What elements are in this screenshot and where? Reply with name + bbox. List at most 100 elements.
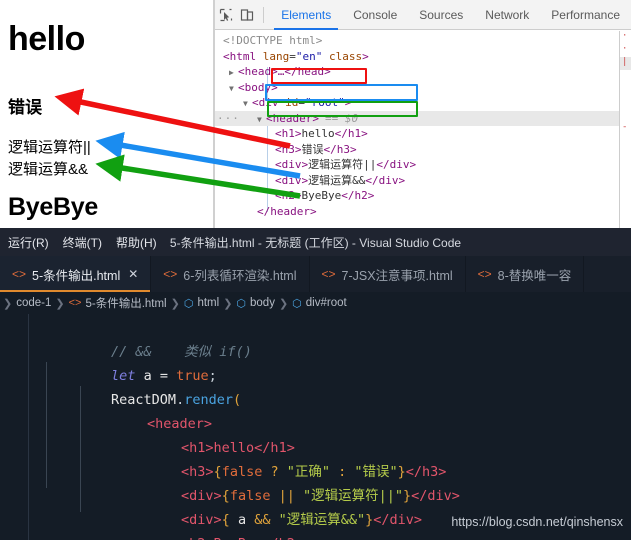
jsx-div-open: <div>	[181, 488, 222, 504]
styles-line: -	[622, 122, 628, 132]
html-file-icon: <>	[12, 267, 27, 281]
jsx-div-close: </div>	[373, 512, 423, 528]
editor-tab-6-list-render[interactable]: <> 6-列表循环渲染.html	[151, 256, 310, 292]
breadcrumb-separator: ❯	[3, 297, 13, 310]
gutter-border	[28, 314, 29, 540]
dom-node-html[interactable]: <html lang="en" class>	[215, 49, 631, 65]
editor-tab-7-jsx-notes[interactable]: <> 7-JSX注意事项.html	[310, 256, 466, 292]
jsx-h2-line: <h2>ByeBye</h2>	[181, 536, 303, 540]
string-and: "逻辑运算&&"	[278, 512, 366, 528]
dom-node-h3[interactable]: <h3>错误</h3>	[215, 142, 631, 158]
tab-sources[interactable]: Sources	[408, 0, 474, 30]
styles-line: ·	[622, 31, 628, 41]
tab-network[interactable]: Network	[474, 0, 540, 30]
styles-line	[620, 96, 631, 109]
breadcrumb-item-file[interactable]: <> 5-条件输出.html	[69, 295, 167, 311]
dom-node-head[interactable]: ▶ <head>…</head>	[215, 64, 631, 80]
string-correct: "正确"	[286, 464, 330, 480]
h1-tag-name: h1	[281, 127, 295, 140]
tab-performance[interactable]: Performance	[540, 0, 631, 30]
head-node-text: <head>…</head>	[238, 65, 331, 78]
breadcrumb-item-code-1[interactable]: code-1	[16, 297, 51, 309]
breadcrumb-separator: ❯	[223, 297, 233, 310]
close-icon[interactable]: ✕	[128, 267, 138, 281]
menu-item-help[interactable]: 帮助(H)	[116, 234, 157, 251]
div-or-tag-name: div	[281, 158, 302, 171]
divroot-id-value: "root"	[305, 96, 345, 109]
rendered-or-text: 逻辑运算符||	[8, 139, 91, 156]
devtools-toolbar: Elements Console Sources Network Perform…	[215, 0, 631, 30]
doctype-text: <!DOCTYPE html>	[223, 34, 323, 47]
editor-tab-label: 8-替换唯一容	[497, 268, 572, 283]
operator-assign: =	[159, 368, 168, 384]
comment-text: // && 类似 if()	[111, 344, 252, 360]
h1-close-tag: h1	[347, 127, 362, 140]
jsx-h3-close: </h3>	[405, 464, 447, 480]
chevron-down-icon[interactable]: ▼	[229, 81, 238, 97]
html-file-icon: <>	[163, 267, 178, 281]
expr-open-brace: {	[221, 512, 238, 528]
h3-tag-name: h3	[281, 142, 295, 156]
menu-item-terminal[interactable]: 终端(T)	[63, 234, 102, 251]
ellipsis-icon: ···	[217, 111, 240, 125]
h3-text: 错误	[301, 142, 324, 156]
dom-node-doctype[interactable]: <!DOCTYPE html>	[215, 33, 631, 49]
h2-tag-name: h2	[281, 189, 295, 202]
div-or-close-tag: div	[389, 158, 410, 171]
element-symbol-icon: ⬡	[292, 297, 302, 310]
breadcrumb-item-body[interactable]: ⬡ body	[236, 297, 275, 310]
inspect-element-icon[interactable]	[215, 2, 236, 28]
styles-line	[620, 70, 631, 83]
breadcrumb-item-div-root[interactable]: ⬡ div#root	[292, 297, 347, 310]
vscode-titlebar: 运行(R) 终端(T) 帮助(H) 5-条件输出.html - 无标题 (工作区…	[0, 228, 631, 256]
styles-pane: · · | -	[619, 31, 631, 228]
chevron-down-icon[interactable]: ▼	[243, 96, 252, 112]
breadcrumb-separator: ❯	[170, 297, 180, 310]
dom-node-div-root[interactable]: ▼ <div id="root">	[215, 95, 631, 111]
element-symbol-icon: ⬡	[236, 297, 247, 310]
tab-console[interactable]: Console	[342, 0, 408, 30]
rendered-page-pane: hello 错误 逻辑运算符|| 逻辑运算&& ByeBye	[0, 0, 215, 228]
styles-line	[620, 83, 631, 96]
dom-node-body[interactable]: ▼ <body>	[215, 80, 631, 96]
device-toolbar-icon[interactable]	[236, 2, 257, 28]
menu-bar: 运行(R) 终端(T) 帮助(H)	[0, 234, 157, 251]
styles-line: ·	[622, 44, 628, 54]
watermark-url: https://blog.csdn.net/qinshensx	[451, 515, 623, 529]
breadcrumb-item-html[interactable]: ⬡ html	[184, 297, 219, 310]
html-tag-name: html	[229, 49, 257, 63]
keyword-let: let	[111, 368, 136, 384]
code-editor[interactable]: // && 类似 if() let a = true; ReactDOM.ren…	[0, 314, 631, 540]
open-paren: (	[232, 392, 242, 408]
dom-node-div-or[interactable]: <div>逻辑运算符||</div>	[215, 157, 631, 173]
body-node-text: <body>	[238, 80, 278, 94]
breadcrumb-label: code-1	[16, 297, 52, 309]
ternary-question: ?	[262, 464, 287, 480]
html-file-icon: <>	[477, 267, 492, 281]
dom-node-h2[interactable]: <h2>ByeBye</h2>	[215, 188, 631, 204]
dom-node-header-close[interactable]: </header>	[215, 204, 631, 220]
chevron-down-icon[interactable]: ▼	[257, 112, 266, 128]
tab-elements[interactable]: Elements	[270, 0, 342, 30]
toolbar-divider	[263, 6, 265, 23]
dom-tree: <!DOCTYPE html> <html lang="en" class> ▶…	[215, 31, 631, 228]
menu-item-run[interactable]: 运行(R)	[8, 234, 49, 251]
editor-tab-label: 6-列表循环渲染.html	[183, 268, 297, 283]
dom-node-div-and[interactable]: <div>逻辑运算&&</div>	[215, 173, 631, 189]
div-and-text: 逻辑运算&&	[308, 173, 366, 187]
rendered-and-text: 逻辑运算&&	[8, 161, 89, 178]
expr-close-brace: }	[402, 488, 412, 504]
breadcrumb-label: html	[197, 297, 220, 309]
dom-node-header-selected[interactable]: ··· ▼ <header> == $0	[215, 110, 631, 128]
chevron-right-icon[interactable]: ▶	[229, 65, 238, 81]
editor-tab-8-replace[interactable]: <> 8-替换唯一容	[466, 256, 585, 292]
vscode-window: 运行(R) 终端(T) 帮助(H) 5-条件输出.html - 无标题 (工作区…	[0, 228, 631, 540]
breadcrumb-label: body	[250, 297, 275, 309]
editor-tab-5-conditional[interactable]: <> 5-条件输出.html ✕	[0, 256, 152, 292]
divroot-tag-name: div	[258, 96, 279, 109]
jsx-div-open: <div>	[181, 512, 222, 528]
browser-window: hello 错误 逻辑运算符|| 逻辑运算&& ByeBye Elements …	[0, 0, 631, 228]
styles-line: |	[620, 57, 631, 70]
dom-node-h1[interactable]: <h1>hello</h1>	[215, 126, 631, 142]
ternary-colon: :	[329, 464, 355, 480]
